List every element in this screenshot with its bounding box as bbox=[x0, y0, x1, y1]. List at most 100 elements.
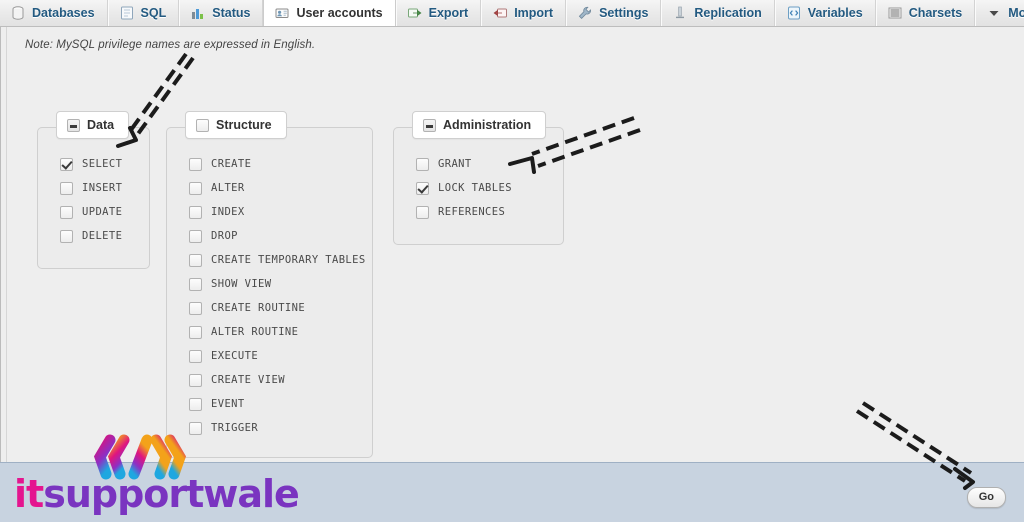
nav-tab-label: Status bbox=[212, 6, 251, 20]
checkbox-update[interactable] bbox=[60, 205, 73, 219]
nav-tab-label: Export bbox=[428, 6, 469, 20]
checkbox-insert[interactable] bbox=[60, 181, 73, 195]
go-button[interactable]: Go bbox=[966, 487, 1006, 508]
privilege-row[interactable]: DROP bbox=[167, 224, 372, 248]
privileges-content-panel: Note: MySQL privilege names are expresse… bbox=[0, 27, 1024, 462]
checkbox-create-temporary-tables[interactable] bbox=[189, 253, 202, 267]
privilege-row[interactable]: ALTER bbox=[167, 176, 372, 200]
nav-tab-label: Databases bbox=[32, 6, 95, 20]
privilege-label: REFERENCES bbox=[438, 206, 506, 218]
privilege-row[interactable]: CREATE TEMPORARY TABLES bbox=[167, 248, 372, 272]
nav-tab-variables[interactable]: Variables bbox=[774, 0, 876, 26]
privilege-row[interactable]: CREATE VIEW bbox=[167, 368, 372, 392]
legend-administration[interactable]: Administration bbox=[412, 111, 547, 139]
replication-icon bbox=[672, 5, 688, 21]
privilege-label: SHOW VIEW bbox=[211, 278, 272, 290]
privilege-row[interactable]: INSERT bbox=[38, 176, 149, 200]
privilege-label: CREATE VIEW bbox=[211, 374, 285, 386]
checkbox-grant[interactable] bbox=[416, 157, 429, 171]
nav-tab-label: Charsets bbox=[908, 6, 963, 20]
privilege-list-administration: GRANT LOCK TABLES REFERENCES bbox=[394, 152, 563, 224]
nav-tab-settings[interactable]: Settings bbox=[566, 0, 662, 26]
privilege-label: CREATE bbox=[211, 158, 252, 170]
checkbox-drop[interactable] bbox=[189, 229, 202, 243]
privilege-row[interactable]: REFERENCES bbox=[394, 200, 563, 224]
privilege-row[interactable]: CREATE bbox=[167, 152, 372, 176]
database-icon bbox=[10, 5, 26, 21]
checkbox-execute[interactable] bbox=[189, 349, 202, 363]
privilege-label: GRANT bbox=[438, 158, 472, 170]
nav-tab-label: SQL bbox=[140, 6, 167, 20]
nav-tab-charsets[interactable]: Charsets bbox=[875, 0, 976, 26]
privilege-row[interactable]: LOCK TABLES bbox=[394, 176, 563, 200]
nav-tab-label: Import bbox=[514, 6, 554, 20]
checkbox-alter[interactable] bbox=[189, 181, 202, 195]
privilege-label: ALTER bbox=[211, 182, 245, 194]
nav-tab-replication[interactable]: Replication bbox=[661, 0, 775, 26]
checkbox-create[interactable] bbox=[189, 157, 202, 171]
checkbox-show-view[interactable] bbox=[189, 277, 202, 291]
privilege-label: DELETE bbox=[82, 230, 123, 242]
legend-structure[interactable]: Structure bbox=[185, 111, 287, 139]
privilege-row[interactable]: ALTER ROUTINE bbox=[167, 320, 372, 344]
privilege-row[interactable]: UPDATE bbox=[38, 200, 149, 224]
checkbox-create-view[interactable] bbox=[189, 373, 202, 387]
legend-structure-label: Structure bbox=[216, 118, 272, 132]
privilege-row[interactable]: CREATE ROUTINE bbox=[167, 296, 372, 320]
checkbox-alter-routine[interactable] bbox=[189, 325, 202, 339]
legend-administration-label: Administration bbox=[443, 118, 532, 132]
checkbox-data-group[interactable] bbox=[67, 118, 80, 132]
nav-tab-status[interactable]: Status bbox=[179, 0, 264, 26]
privilege-label: EVENT bbox=[211, 398, 245, 410]
export-icon bbox=[407, 5, 423, 21]
privilege-label: INDEX bbox=[211, 206, 245, 218]
fieldset-data: Data SELECT INSERT UPDATE DELETE bbox=[37, 111, 150, 269]
nav-tab-export[interactable]: Export bbox=[395, 0, 482, 26]
privilege-label: CREATE TEMPORARY TABLES bbox=[211, 254, 366, 266]
fieldset-structure: Structure CREATE ALTER INDEX DROP CREATE TEM… bbox=[166, 111, 373, 458]
variables-icon bbox=[786, 5, 802, 21]
import-icon bbox=[492, 5, 508, 21]
chevron-down-icon bbox=[986, 5, 1002, 21]
nav-tab-label: Replication bbox=[694, 6, 762, 20]
nav-tab-user-accounts[interactable]: User accounts bbox=[263, 0, 396, 26]
checkbox-delete[interactable] bbox=[60, 229, 73, 243]
privilege-row[interactable]: SELECT bbox=[38, 152, 149, 176]
privilege-label: INSERT bbox=[82, 182, 123, 194]
nav-tab-import[interactable]: Import bbox=[481, 0, 567, 26]
legend-data-label: Data bbox=[87, 118, 115, 132]
wrench-icon bbox=[577, 5, 593, 21]
privilege-label: CREATE ROUTINE bbox=[211, 302, 306, 314]
checkbox-administration-group[interactable] bbox=[423, 118, 436, 132]
privilege-row[interactable]: DELETE bbox=[38, 224, 149, 248]
user-accounts-icon bbox=[274, 5, 290, 21]
legend-data[interactable]: Data bbox=[56, 111, 130, 139]
checkbox-select[interactable] bbox=[60, 157, 73, 171]
main-navigation-bar: Databases SQL Status User accounts Export Imp… bbox=[0, 0, 1024, 27]
charsets-icon bbox=[887, 5, 903, 21]
privilege-list-data: SELECT INSERT UPDATE DELETE bbox=[38, 152, 149, 248]
privilege-row[interactable]: SHOW VIEW bbox=[167, 272, 372, 296]
form-footer-bar: Go bbox=[0, 462, 1024, 522]
checkbox-create-routine[interactable] bbox=[189, 301, 202, 315]
privilege-row[interactable]: EXECUTE bbox=[167, 344, 372, 368]
checkbox-lock-tables[interactable] bbox=[416, 181, 429, 195]
privilege-label: TRIGGER bbox=[211, 422, 259, 434]
checkbox-index[interactable] bbox=[189, 205, 202, 219]
privilege-note: Note: MySQL privilege names are expresse… bbox=[25, 39, 316, 51]
privilege-label: EXECUTE bbox=[211, 350, 259, 362]
nav-tab-more[interactable]: More bbox=[975, 0, 1024, 26]
privilege-row[interactable]: EVENT bbox=[167, 392, 372, 416]
nav-tab-label: Variables bbox=[807, 6, 863, 20]
checkbox-references[interactable] bbox=[416, 205, 429, 219]
checkbox-trigger[interactable] bbox=[189, 421, 202, 435]
privilege-row[interactable]: GRANT bbox=[394, 152, 563, 176]
checkbox-structure-group[interactable] bbox=[196, 118, 209, 132]
privilege-row[interactable]: INDEX bbox=[167, 200, 372, 224]
privilege-list-structure: CREATE ALTER INDEX DROP CREATE TEMPORARY TAB… bbox=[167, 152, 372, 440]
nav-tab-databases[interactable]: Databases bbox=[0, 0, 108, 26]
checkbox-event[interactable] bbox=[189, 397, 202, 411]
privilege-label: DROP bbox=[211, 230, 238, 242]
nav-tab-sql[interactable]: SQL bbox=[107, 0, 180, 26]
privilege-row[interactable]: TRIGGER bbox=[167, 416, 372, 440]
